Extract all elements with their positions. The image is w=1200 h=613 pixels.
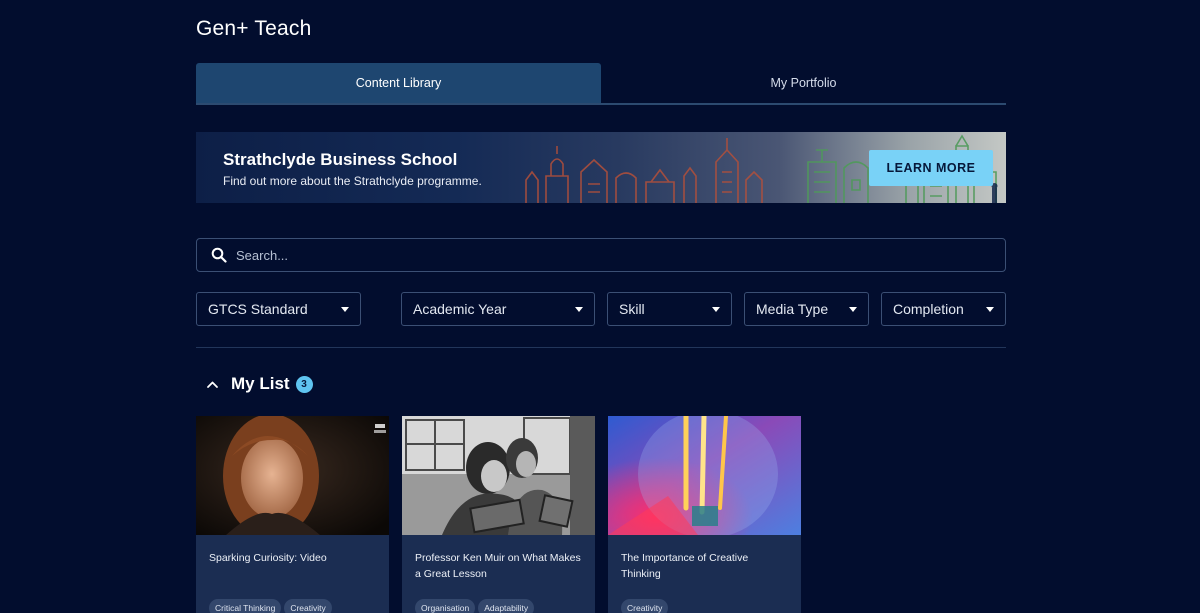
tab-bar: Content Library My Portfolio [196, 63, 1006, 105]
card-thumbnail [196, 416, 389, 535]
filter-label: Media Type [756, 301, 829, 317]
filter-label: Skill [619, 301, 645, 317]
chevron-down-icon [986, 306, 994, 312]
app-title: Gen+ Teach [196, 17, 312, 40]
tag-chip: Critical Thinking [209, 599, 282, 613]
filter-gtcs-standard[interactable]: GTCS Standard [196, 292, 361, 326]
tab-my-portfolio[interactable]: My Portfolio [601, 63, 1006, 103]
card-title: Sparking Curiosity: Video [209, 552, 327, 564]
filter-label: GTCS Standard [208, 301, 308, 317]
chevron-down-icon [712, 306, 720, 312]
chevron-down-icon [849, 306, 857, 312]
card-thumbnail [402, 416, 595, 535]
filter-academic-year[interactable]: Academic Year [401, 292, 595, 326]
card-tags: Creativity [621, 599, 669, 613]
search-input[interactable] [236, 247, 1005, 263]
section-divider [196, 347, 1006, 348]
tab-content-library[interactable]: Content Library [196, 63, 601, 103]
filter-skill[interactable]: Skill [607, 292, 732, 326]
tag-chip: Adaptability [478, 599, 535, 613]
card-title: Professor Ken Muir on What Makes a Great… [415, 552, 581, 580]
banner-subtitle: Find out more about the Strathclyde prog… [223, 174, 482, 188]
banner-title: Strathclyde Business School [223, 150, 458, 169]
filter-label: Academic Year [413, 301, 507, 317]
page: Gen+ Teach Content Library My Portfolio [0, 0, 1200, 613]
filter-completion[interactable]: Completion [881, 292, 1006, 326]
content-card-ken-muir[interactable]: Professor Ken Muir on What Makes a Great… [402, 416, 595, 613]
card-title: The Importance of Creative Thinking [621, 552, 749, 580]
learn-more-button[interactable]: LEARN MORE [869, 150, 993, 186]
content-card-sparking-curiosity[interactable]: Sparking Curiosity: Video Critical Think… [196, 416, 389, 613]
tag-chip: Organisation [415, 599, 476, 613]
filter-bar: GTCS Standard Academic Year Skill Media … [196, 292, 1006, 326]
chevron-up-icon [207, 381, 218, 388]
chevron-down-icon [341, 306, 349, 312]
card-tags: Critical Thinking Creativity [209, 599, 332, 613]
my-list-title: My List [231, 374, 290, 393]
classroom-photo [402, 416, 595, 535]
tag-chip: Creativity [621, 599, 669, 613]
content-card-creative-thinking[interactable]: The Importance of Creative Thinking Crea… [608, 416, 801, 613]
filter-label: Completion [893, 301, 964, 317]
card-thumbnail [608, 416, 801, 535]
promo-banner: Strathclyde Business School Find out mor… [196, 132, 1006, 203]
chevron-down-icon [575, 306, 583, 312]
my-list-header[interactable]: My List 3 [206, 374, 313, 394]
my-list-count-badge: 3 [295, 375, 313, 393]
filter-media-type[interactable]: Media Type [744, 292, 869, 326]
search-bar [196, 238, 1006, 272]
search-icon [211, 247, 227, 263]
card-tags: Organisation Adaptability [415, 599, 535, 613]
light-bulb-image [608, 416, 801, 535]
tag-chip: Creativity [284, 599, 332, 613]
portrait-image [196, 416, 389, 535]
